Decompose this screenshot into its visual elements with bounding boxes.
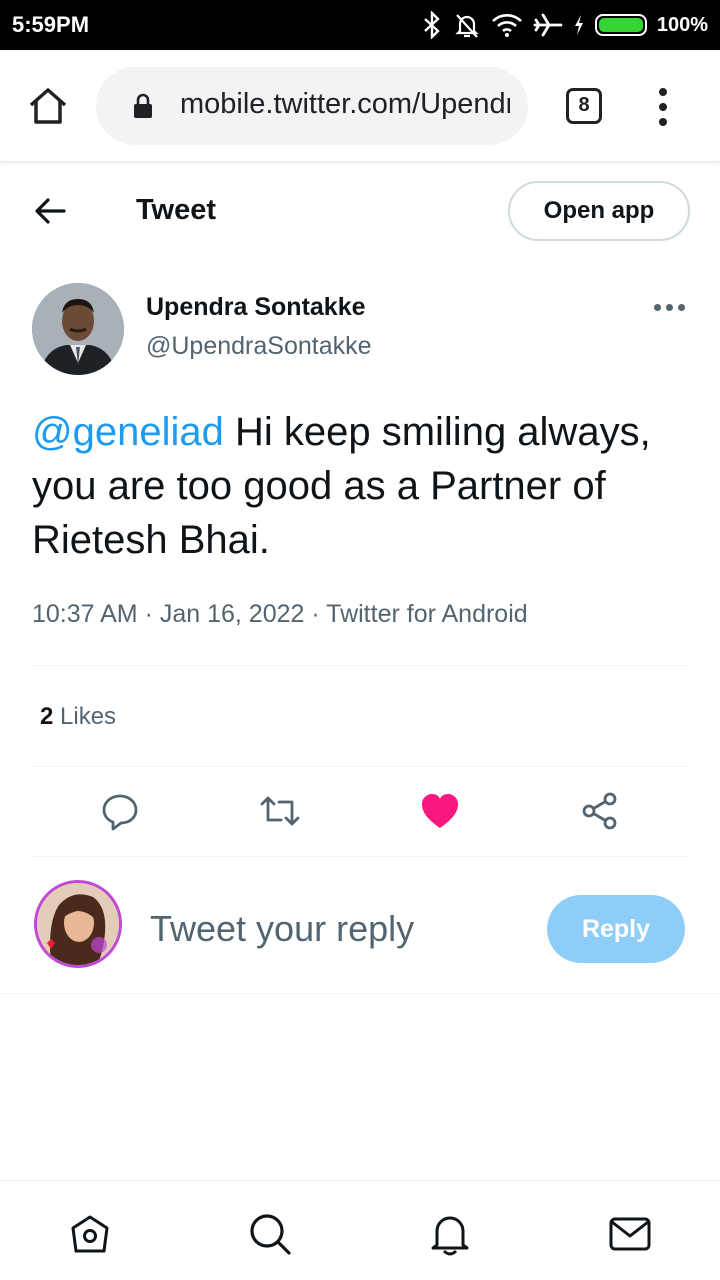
- divider: [32, 856, 688, 857]
- divider: [32, 665, 688, 666]
- author-avatar[interactable]: [32, 283, 124, 375]
- browser-menu-icon[interactable]: [654, 88, 674, 126]
- like-icon[interactable]: [419, 790, 461, 832]
- reply-icon[interactable]: [99, 790, 141, 832]
- more-options-icon[interactable]: [650, 300, 688, 316]
- tab-switcher-button[interactable]: 8: [566, 88, 602, 124]
- retweet-icon[interactable]: [259, 790, 301, 832]
- mention-link[interactable]: @geneliad: [32, 410, 224, 454]
- wifi-icon: [491, 14, 522, 37]
- browser-home-icon[interactable]: [26, 84, 70, 128]
- charging-icon: [574, 15, 583, 35]
- bottom-nav: [0, 1180, 720, 1280]
- bluetooth-icon: [424, 11, 440, 39]
- url-text[interactable]: mobile.twitter.com/UpendraSontakke: [180, 88, 510, 121]
- airplane-icon: [533, 13, 563, 37]
- back-arrow-icon[interactable]: [30, 193, 70, 229]
- tweet-meta[interactable]: 10:37 AM · Jan 16, 2022 · Twitter for An…: [32, 600, 528, 629]
- open-app-button[interactable]: Open app: [508, 181, 690, 241]
- share-icon[interactable]: [579, 790, 621, 832]
- tweet-header: Tweet Open app: [0, 163, 720, 259]
- user-avatar[interactable]: [34, 880, 122, 968]
- author-name[interactable]: Upendra Sontakke: [146, 293, 366, 322]
- divider: [32, 766, 688, 767]
- author-handle[interactable]: @UpendraSontakke: [146, 332, 372, 361]
- battery-percent: 100%: [656, 13, 708, 36]
- tweet-text: @geneliad Hi keep smiling always, you ar…: [32, 405, 682, 567]
- reply-input[interactable]: Tweet your reply: [150, 908, 414, 950]
- status-bar: 5:59PM 100%: [0, 0, 720, 50]
- alarm-off-icon: [455, 14, 479, 38]
- page-title: Tweet: [136, 194, 217, 226]
- search-icon[interactable]: [247, 1211, 293, 1257]
- likes-count[interactable]: 2 Likes: [40, 703, 116, 731]
- battery-icon: [594, 14, 647, 36]
- lock-icon: [134, 93, 152, 118]
- divider: [0, 993, 720, 994]
- home-icon[interactable]: [67, 1211, 113, 1257]
- status-time: 5:59PM: [12, 12, 90, 37]
- status-icons: 100%: [421, 8, 708, 42]
- notifications-icon[interactable]: [427, 1211, 473, 1257]
- messages-icon[interactable]: [607, 1211, 653, 1257]
- reply-button[interactable]: Reply: [547, 895, 685, 963]
- browser-toolbar: mobile.twitter.com/UpendraSontakke 8: [0, 50, 720, 162]
- address-bar[interactable]: mobile.twitter.com/UpendraSontakke: [96, 67, 528, 145]
- tweet-actions: [0, 782, 720, 842]
